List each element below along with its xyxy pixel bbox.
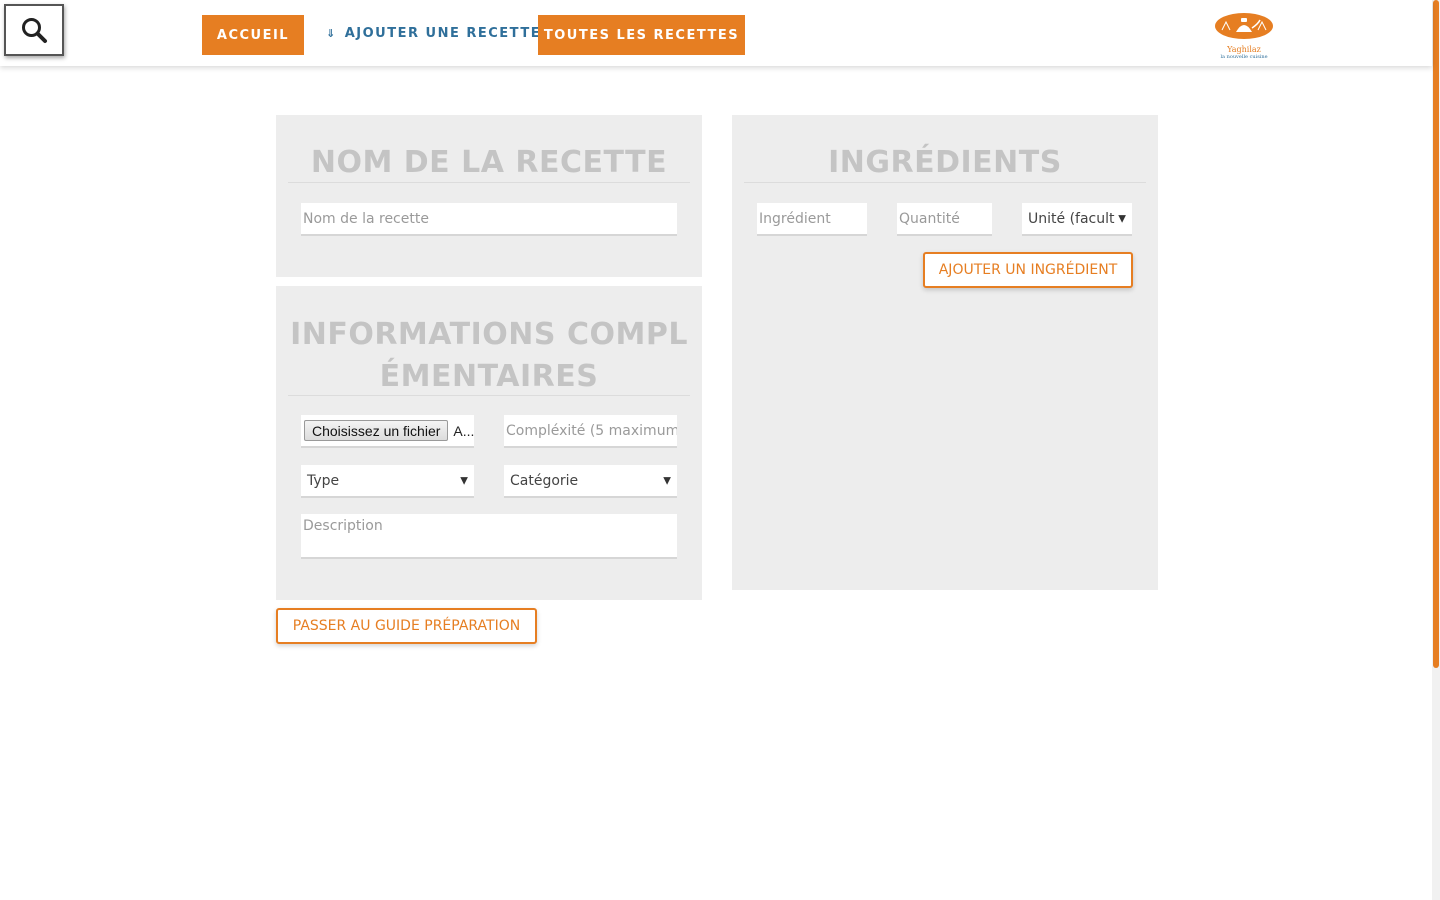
dropdown-arrow-icon: ▼	[460, 475, 468, 486]
teapot-logo-icon	[1215, 13, 1273, 39]
type-select-value: Type	[307, 472, 340, 489]
unit-select[interactable]: Unité (facult ▼	[1022, 203, 1132, 236]
ingredient-input[interactable]: Ingrédient	[757, 203, 867, 236]
divider	[288, 182, 690, 183]
dropdown-arrow-icon: ▼	[1118, 213, 1126, 224]
additional-info-panel: Informations complémentaires Choisissez …	[276, 286, 702, 600]
file-status: A...	[453, 422, 474, 439]
top-navbar: Accueil ⇓ Ajouter une recette Toutes les…	[0, 0, 1432, 66]
recipe-name-input[interactable]: Nom de la recette	[301, 203, 677, 236]
recipe-name-title: Nom de la recette	[310, 145, 668, 180]
ingredients-title: Ingrédients	[828, 145, 1062, 180]
go-to-preparation-button[interactable]: Passer au guide préparation	[276, 608, 537, 644]
nav-add-recipe-label: Ajouter une recette	[344, 25, 542, 41]
category-select[interactable]: Catégorie ▼	[504, 465, 677, 498]
nav-home-button[interactable]: Accueil	[202, 15, 304, 55]
divider	[288, 395, 690, 396]
recipe-name-panel: Nom de la recette Nom de la recette	[276, 115, 702, 277]
scrollbar-thumb[interactable]	[1433, 0, 1439, 668]
logo-tagline: la nouvelle cuisine	[1220, 54, 1268, 60]
dropdown-arrow-icon: ▼	[663, 475, 671, 486]
search-icon	[22, 18, 47, 43]
category-select-value: Catégorie	[510, 472, 579, 489]
nav-all-recipes-button[interactable]: Toutes les recettes	[538, 15, 745, 55]
double-chevron-down-icon: ⇓	[326, 26, 337, 40]
description-textarea[interactable]: Description	[301, 514, 677, 559]
divider	[744, 182, 1146, 183]
type-select[interactable]: Type ▼	[301, 465, 474, 498]
image-file-input[interactable]: Choisissez un fichier A...	[301, 415, 474, 448]
ingredients-panel: Ingrédients Ingrédient Quantité Unité (f…	[732, 115, 1158, 590]
nav-add-recipe-link[interactable]: ⇓ Ajouter une recette	[326, 15, 541, 51]
search-button[interactable]	[4, 4, 64, 56]
quantity-input[interactable]: Quantité	[897, 203, 992, 236]
logo-name: Yaghilaz	[1227, 45, 1261, 54]
add-ingredient-button[interactable]: Ajouter un ingrédient	[923, 252, 1133, 288]
choose-file-button[interactable]: Choisissez un fichier	[304, 420, 449, 441]
unit-select-value: Unité (facult	[1028, 210, 1115, 227]
brand-logo[interactable]: Yaghilaz la nouvelle cuisine	[1212, 12, 1276, 62]
additional-info-title: Informations complémentaires	[290, 317, 688, 394]
complexity-input[interactable]: Compléxité (5 maximum)	[504, 415, 677, 448]
